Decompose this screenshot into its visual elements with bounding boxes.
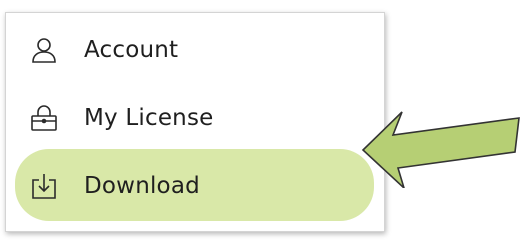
account-dropdown-menu: Account My License Download bbox=[5, 12, 385, 232]
annotation-arrow bbox=[361, 111, 520, 188]
menu-item-label: My License bbox=[84, 105, 214, 131]
license-lock-icon bbox=[28, 102, 60, 134]
arrow-shape bbox=[361, 111, 520, 188]
menu-item-account[interactable]: Account bbox=[6, 19, 384, 81]
menu-item-label: Download bbox=[84, 173, 200, 199]
menu-item-my-license[interactable]: My License bbox=[6, 87, 384, 149]
menu-item-label: Account bbox=[84, 37, 179, 63]
menu-item-download[interactable]: Download bbox=[6, 155, 384, 217]
screenshot-stage: Account My License Download bbox=[0, 0, 524, 245]
person-icon bbox=[28, 34, 60, 66]
download-icon bbox=[28, 170, 60, 202]
